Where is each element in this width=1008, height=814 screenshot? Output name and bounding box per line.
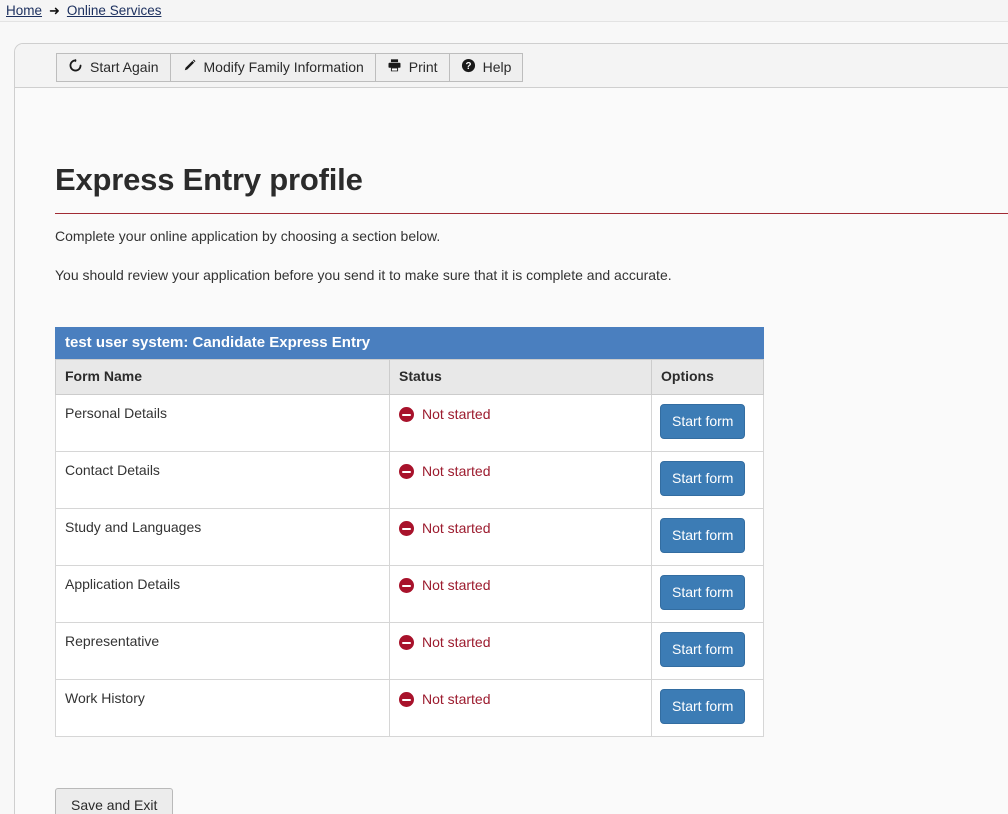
start-form-button[interactable]: Start form <box>660 404 746 439</box>
help-label: Help <box>482 58 512 75</box>
pencil-icon <box>182 58 197 77</box>
breadcrumb-item-home[interactable]: Home <box>6 3 42 19</box>
form-options-cell: Start form <box>651 565 764 623</box>
main-panel: Start Again Modify Family Information Pr… <box>14 43 1008 814</box>
form-options-cell: Start form <box>651 394 764 452</box>
start-form-button[interactable]: Start form <box>660 518 746 553</box>
status-label: Not started <box>422 463 491 479</box>
table-row: Personal Details Not started Start form <box>55 394 764 452</box>
form-name-cell: Study and Languages <box>55 508 390 566</box>
status-label: Not started <box>422 406 491 422</box>
page-title: Express Entry profile <box>55 162 363 197</box>
form-status-cell: Not started <box>389 565 652 623</box>
breadcrumb-item-online-services[interactable]: Online Services <box>67 3 162 19</box>
minus-circle-icon <box>399 578 414 593</box>
start-form-button[interactable]: Start form <box>660 575 746 610</box>
intro-text-2: You should review your application befor… <box>55 267 672 283</box>
table-row: Application Details Not started Start fo… <box>55 565 764 623</box>
form-name-cell: Application Details <box>55 565 390 623</box>
form-options-cell: Start form <box>651 451 764 509</box>
table-row: Representative Not started Start form <box>55 622 764 680</box>
breadcrumb-divider <box>0 21 1008 22</box>
breadcrumb-arrow-icon: ➜ <box>49 2 60 18</box>
form-status-cell: Not started <box>389 679 652 737</box>
forms-table: test user system: Candidate Express Entr… <box>55 327 764 737</box>
column-header-options: Options <box>651 359 764 395</box>
help-button[interactable]: ? Help <box>448 53 524 82</box>
minus-circle-icon <box>399 635 414 650</box>
form-status-cell: Not started <box>389 451 652 509</box>
modify-family-information-button[interactable]: Modify Family Information <box>169 53 376 82</box>
minus-circle-icon <box>399 464 414 479</box>
form-name-cell: Representative <box>55 622 390 680</box>
status-label: Not started <box>422 691 491 707</box>
form-status-cell: Not started <box>389 394 652 452</box>
form-options-cell: Start form <box>651 508 764 566</box>
form-name-cell: Work History <box>55 679 390 737</box>
breadcrumb: Home ➜ Online Services <box>0 0 1008 21</box>
minus-circle-icon <box>399 692 414 707</box>
form-name-cell: Contact Details <box>55 451 390 509</box>
table-header-row: Form Name Status Options <box>55 359 764 395</box>
save-and-exit-button[interactable]: Save and Exit <box>55 788 174 814</box>
start-again-button[interactable]: Start Again <box>56 53 171 82</box>
column-header-form-name: Form Name <box>55 359 390 395</box>
form-options-cell: Start form <box>651 679 764 737</box>
toolbar: Start Again Modify Family Information Pr… <box>15 44 1008 88</box>
page-root: Home ➜ Online Services Start Again Modif… <box>0 0 1008 814</box>
print-button[interactable]: Print <box>374 53 450 82</box>
table-row: Study and Languages Not started Start fo… <box>55 508 764 566</box>
page-content: Express Entry profile Complete your onli… <box>55 88 1008 814</box>
status-label: Not started <box>422 577 491 593</box>
svg-text:?: ? <box>465 61 471 72</box>
start-again-label: Start Again <box>90 58 159 75</box>
start-form-button[interactable]: Start form <box>660 461 746 496</box>
refresh-icon <box>68 58 83 77</box>
start-form-button[interactable]: Start form <box>660 632 746 667</box>
help-circle-icon: ? <box>461 58 476 77</box>
intro-text-1: Complete your online application by choo… <box>55 228 441 244</box>
status-label: Not started <box>422 520 491 536</box>
forms-table-body: Personal Details Not started Start form <box>55 394 764 737</box>
form-status-cell: Not started <box>389 508 652 566</box>
form-name-cell: Personal Details <box>55 394 390 452</box>
table-row: Contact Details Not started Start form <box>55 451 764 509</box>
forms-table-caption: test user system: Candidate Express Entr… <box>55 327 764 359</box>
minus-circle-icon <box>399 407 414 422</box>
table-row: Work History Not started Start form <box>55 679 764 737</box>
form-status-cell: Not started <box>389 622 652 680</box>
status-label: Not started <box>422 634 491 650</box>
print-label: Print <box>408 58 438 75</box>
start-form-button[interactable]: Start form <box>660 689 746 724</box>
column-header-status: Status <box>389 359 652 395</box>
form-options-cell: Start form <box>651 622 764 680</box>
printer-icon <box>387 58 402 77</box>
toolbar-button-group: Start Again Modify Family Information Pr… <box>56 53 524 82</box>
minus-circle-icon <box>399 521 414 536</box>
modify-family-information-label: Modify Family Information <box>203 58 364 75</box>
